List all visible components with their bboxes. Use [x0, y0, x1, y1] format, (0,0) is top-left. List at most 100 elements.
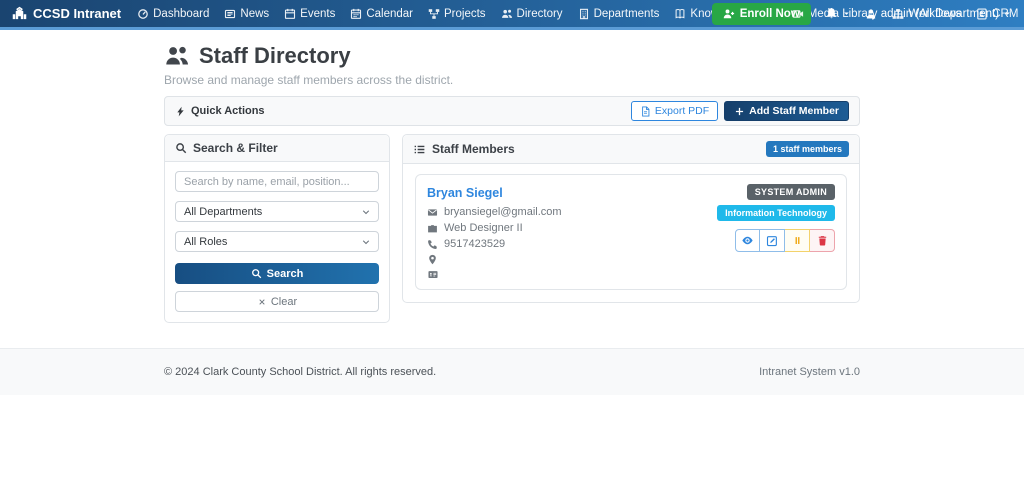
member-id-row [427, 269, 562, 280]
staff-count-badge: 1 staff members [766, 141, 849, 157]
export-pdf-button[interactable]: Export PDF [631, 101, 718, 121]
member-role-badge: SYSTEM ADMIN [747, 184, 835, 200]
staff-members-title-group: Staff Members [413, 142, 515, 156]
search-filter-title: Search & Filter [193, 141, 278, 155]
id-card-icon [427, 269, 439, 280]
view-member-button[interactable] [735, 229, 760, 252]
member-email: bryansiegel@gmail.com [444, 206, 562, 218]
quick-actions-label: Quick Actions [191, 105, 265, 117]
quick-actions-title: Quick Actions [175, 105, 265, 117]
search-icon [175, 142, 187, 154]
add-staff-member-button[interactable]: Add Staff Member [724, 101, 849, 121]
search-filter-header: Search & Filter [165, 135, 389, 162]
clear-button-label: Clear [271, 296, 297, 308]
search-button[interactable]: Search [175, 263, 379, 284]
nav-label: News [240, 8, 269, 20]
bell-icon [825, 7, 838, 20]
events-icon [284, 8, 296, 20]
map-marker-icon [427, 254, 438, 265]
dashboard-icon [137, 8, 149, 20]
envelope-icon [427, 207, 438, 218]
page-title: Staff Directory [164, 43, 860, 69]
projects-icon [428, 8, 440, 20]
list-icon [413, 143, 426, 156]
member-phone-row: 9517423529 [427, 238, 562, 250]
user-menu[interactable]: admin (All Department) [865, 8, 1012, 20]
roles-select[interactable]: All Roles [175, 231, 379, 252]
workflows-icon [892, 8, 904, 20]
delete-member-button[interactable] [810, 229, 835, 252]
navbar-right: Enroll Now admin (All Department) [712, 3, 1012, 25]
member-action-buttons [735, 229, 835, 252]
nav-item-departments[interactable]: Departments [578, 8, 660, 20]
crm-icon [976, 8, 988, 20]
trash-icon [817, 235, 828, 246]
member-info: Bryan Siegel bryansiegel@gmail.com Web D… [427, 184, 562, 280]
pause-icon [792, 235, 803, 246]
top-navbar: CCSD Intranet Dashboard News Events Cale… [0, 0, 1024, 30]
chevron-down-icon [361, 207, 371, 217]
departments-select[interactable]: All Departments [175, 201, 379, 222]
notifications-menu[interactable] [825, 7, 851, 20]
copyright-text: © 2024 Clark County School District. All… [164, 366, 436, 378]
nav-label: Events [300, 8, 335, 20]
member-position-row: Web Designer II [427, 222, 562, 234]
school-icon [12, 6, 27, 21]
nav-item-dashboard[interactable]: Dashboard [137, 8, 209, 20]
member-phone: 9517423529 [444, 238, 505, 250]
search-input[interactable] [175, 171, 379, 192]
search-icon [251, 268, 262, 279]
nav-label: Dashboard [153, 8, 209, 20]
export-pdf-label: Export PDF [655, 105, 709, 117]
news-icon [224, 8, 236, 20]
nav-label: Directory [517, 8, 563, 20]
nav-label: Calendar [366, 8, 413, 20]
departments-icon [578, 8, 590, 20]
phone-icon [427, 239, 438, 250]
departments-select-value: All Departments [184, 206, 262, 218]
staff-members-body: Bryan Siegel bryansiegel@gmail.com Web D… [403, 164, 859, 302]
nav-item-news[interactable]: News [224, 8, 269, 20]
lightning-icon [175, 106, 186, 117]
search-button-label: Search [267, 268, 304, 280]
add-staff-member-label: Add Staff Member [749, 105, 839, 117]
search-filter-panel: Search & Filter All Departments All Role… [164, 134, 390, 323]
nav-label: Projects [444, 8, 486, 20]
edit-member-button[interactable] [760, 229, 785, 252]
member-department-badge: Information Technology [717, 205, 835, 221]
member-name-link[interactable]: Bryan Siegel [427, 186, 503, 200]
nav-item-projects[interactable]: Projects [428, 8, 486, 20]
nav-item-events[interactable]: Events [284, 8, 335, 20]
member-position: Web Designer II [444, 222, 523, 234]
roles-select-value: All Roles [184, 236, 227, 248]
search-filter-body: All Departments All Roles Search Clear [165, 162, 389, 322]
page-header: Staff Directory Browse and manage staff … [164, 43, 860, 87]
user-plus-icon [723, 8, 735, 20]
clear-button[interactable]: Clear [175, 291, 379, 312]
suspend-member-button[interactable] [785, 229, 810, 252]
user-icon [865, 8, 877, 20]
brand[interactable]: CCSD Intranet [12, 6, 121, 21]
directory-icon [501, 8, 513, 20]
briefcase-icon [427, 223, 438, 234]
nav-item-calendar[interactable]: Calendar [350, 8, 413, 20]
calendar-icon [350, 8, 362, 20]
eye-icon [741, 234, 754, 247]
staff-members-header: Staff Members 1 staff members [403, 135, 859, 164]
edit-icon [766, 235, 778, 247]
x-icon [257, 297, 267, 307]
caret-down-icon [842, 9, 851, 18]
nav-label: Departments [594, 8, 660, 20]
staff-member-card: Bryan Siegel bryansiegel@gmail.com Web D… [415, 174, 847, 290]
media-library-icon [792, 8, 804, 20]
footer: © 2024 Clark County School District. All… [0, 348, 1024, 395]
main-container: Staff Directory Browse and manage staff … [164, 43, 860, 323]
member-email-row: bryansiegel@gmail.com [427, 206, 562, 218]
footer-content: © 2024 Clark County School District. All… [164, 366, 860, 378]
quick-actions-buttons: Export PDF Add Staff Member [631, 101, 849, 121]
staff-members-panel: Staff Members 1 staff members Bryan Sieg… [402, 134, 860, 303]
knowledge-base-icon [674, 8, 686, 20]
version-text: Intranet System v1.0 [759, 366, 860, 378]
nav-links: Dashboard News Events Calendar Projects … [137, 8, 712, 20]
nav-item-directory[interactable]: Directory [501, 8, 563, 20]
